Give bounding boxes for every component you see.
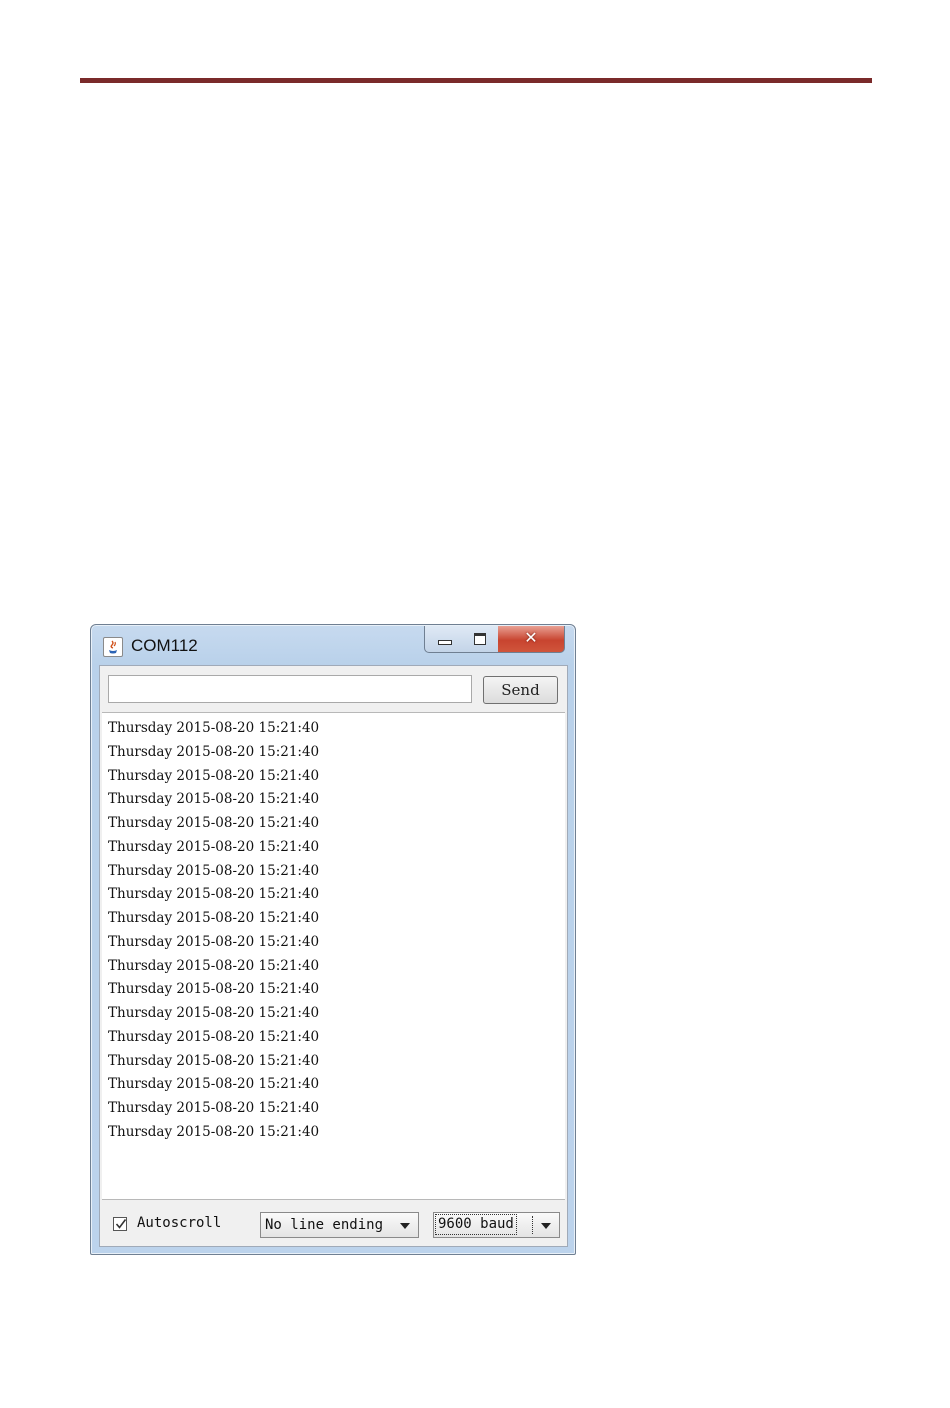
output-line: Thursday 2015-08-20 15:21:40	[108, 1076, 320, 1093]
close-button[interactable]: ✕	[498, 626, 565, 653]
autoscroll-checkbox[interactable]	[113, 1217, 127, 1231]
line-ending-value: No line ending	[265, 1217, 384, 1233]
output-line: Thursday 2015-08-20 15:21:40	[108, 910, 320, 926]
output-line: Thursday 2015-08-20 15:21:40	[108, 1100, 320, 1116]
serial-input[interactable]	[108, 675, 472, 703]
baud-rate-value: 9600 baud	[435, 1214, 517, 1235]
maximize-button[interactable]	[462, 626, 499, 653]
output-line: Thursday 2015-08-20 15:21:40	[108, 886, 320, 903]
minimize-button[interactable]	[424, 626, 464, 653]
minimize-icon	[438, 640, 452, 645]
maximize-icon	[474, 633, 486, 645]
output-line: Thursday 2015-08-20 15:21:40	[108, 743, 320, 760]
checkmark-icon	[115, 1219, 127, 1229]
status-footer: Autoscroll No line ending 9600 baud	[100, 1202, 567, 1246]
line-ending-select[interactable]: No line ending	[260, 1212, 419, 1238]
autoscroll-label: Autoscroll	[137, 1215, 222, 1231]
page-header-rule	[80, 78, 872, 83]
output-line: Thursday 2015-08-20 15:21:40	[108, 957, 320, 974]
output-line: Thursday 2015-08-20 15:21:40	[108, 791, 320, 808]
output-line: Thursday 2015-08-20 15:21:40	[108, 1052, 320, 1069]
java-app-icon[interactable]	[103, 637, 123, 657]
chevron-down-icon	[400, 1223, 410, 1229]
select-divider	[532, 1216, 534, 1234]
window-controls: ✕	[424, 626, 567, 653]
baud-rate-select[interactable]: 9600 baud	[433, 1212, 560, 1238]
output-line: Thursday 2015-08-20 15:21:40	[108, 767, 320, 784]
output-line: Thursday 2015-08-20 15:21:40	[108, 1123, 320, 1140]
output-line: Thursday 2015-08-20 15:21:40	[108, 933, 320, 950]
output-line: Thursday 2015-08-20 15:21:40	[108, 838, 320, 855]
close-icon: ✕	[524, 628, 538, 647]
output-line: Thursday 2015-08-20 15:21:40	[108, 981, 320, 998]
client-area: Send Thursday 2015-08-20 15:21:40 Thursda…	[99, 665, 568, 1247]
send-button[interactable]: Send	[483, 676, 558, 704]
output-line: Thursday 2015-08-20 15:21:40	[108, 815, 320, 831]
window-title: COM112	[131, 636, 198, 655]
output-line: Thursday 2015-08-20 15:21:40	[108, 1028, 320, 1045]
output-line: Thursday 2015-08-20 15:21:40	[108, 720, 320, 736]
output-line: Thursday 2015-08-20 15:21:40	[108, 1005, 320, 1021]
output-line: Thursday 2015-08-20 15:21:40	[108, 862, 320, 879]
title-bar[interactable]: COM112 ✕	[91, 625, 575, 665]
serial-monitor-window: COM112 ✕ Send Thursday 2015-08-20 15:21:…	[90, 624, 576, 1255]
serial-output[interactable]: Thursday 2015-08-20 15:21:40 Thursday 201…	[102, 712, 565, 1200]
chevron-down-icon	[541, 1223, 551, 1229]
